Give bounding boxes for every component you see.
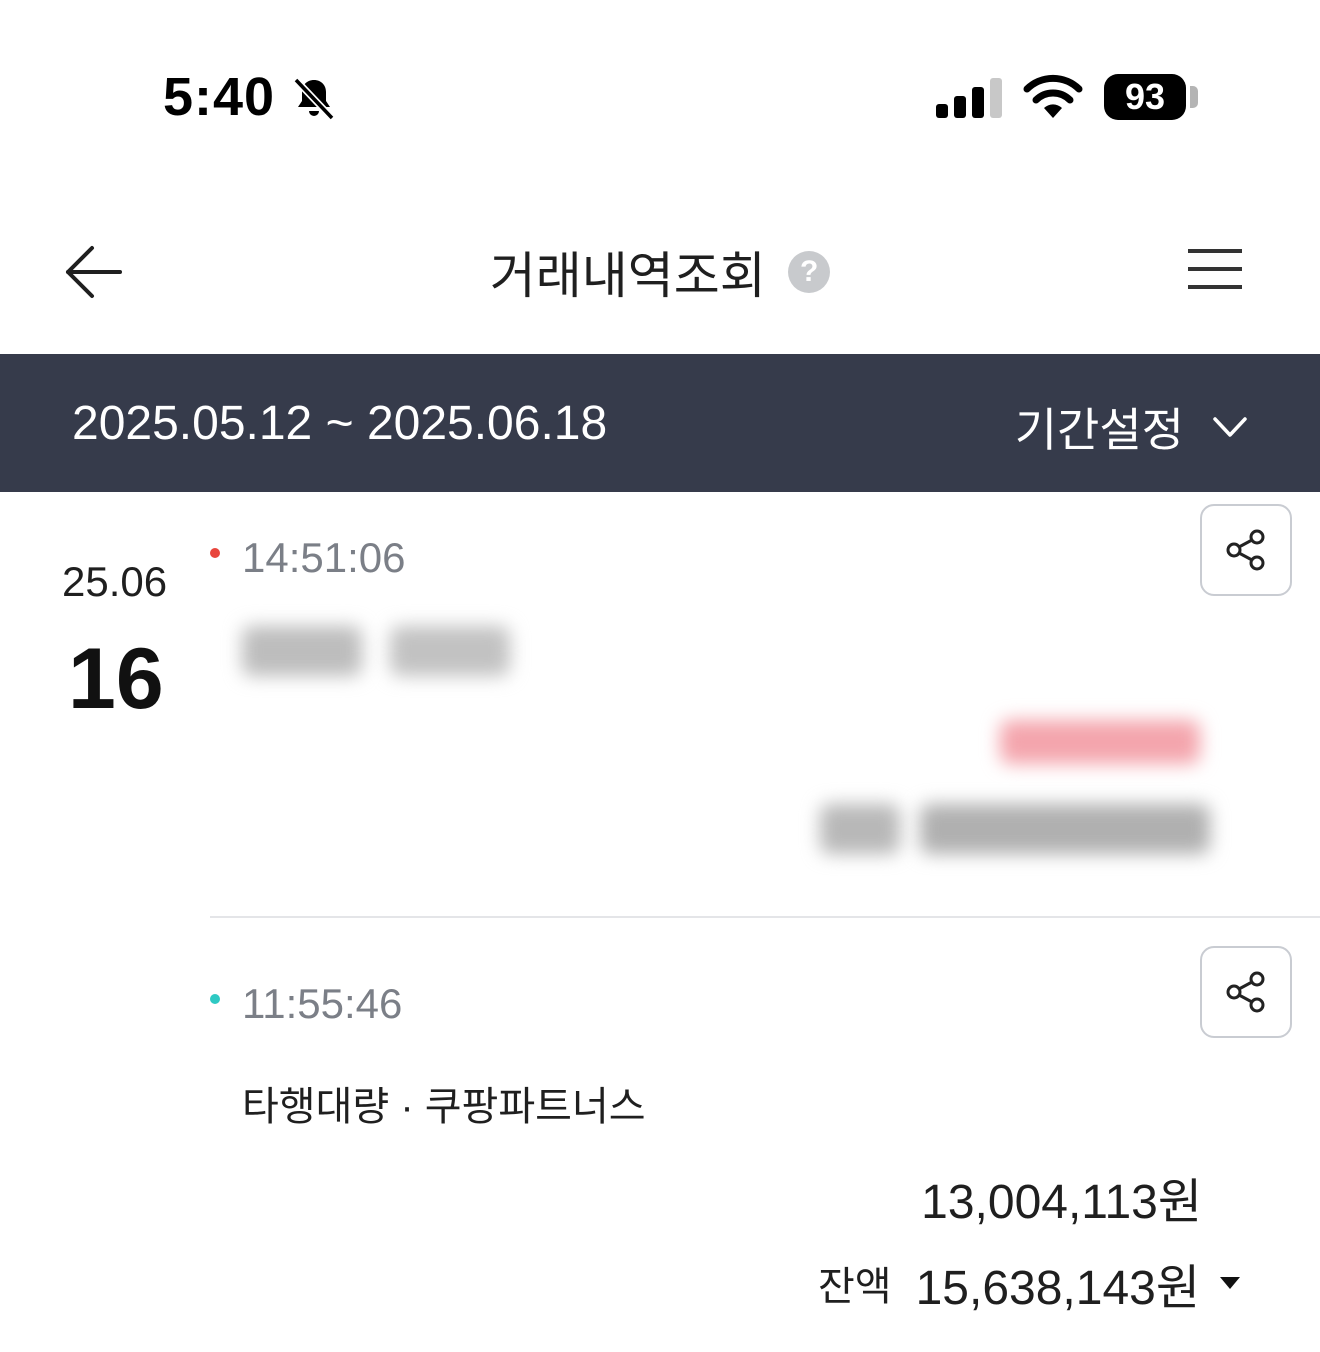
transaction-time: 14:51:06 (242, 534, 406, 581)
page-title: 거래내역조회 (489, 248, 766, 304)
transaction-item[interactable]: 14:51:06 (210, 492, 1320, 918)
battery-tip (1190, 86, 1198, 108)
period-setting-label: 기간설정 (1014, 404, 1184, 456)
app-header: 거래내역조회 ? (0, 190, 1320, 354)
date-year-month: 25.06 (62, 558, 168, 605)
transaction-time: 11:55:46 (242, 980, 403, 1027)
period-setting-button[interactable]: 기간설정 (1015, 394, 1248, 460)
redacted-description (242, 626, 362, 676)
share-icon (1226, 971, 1265, 1013)
deposit-dot (210, 994, 220, 1004)
transaction-description: 타행대량 · 쿠팡파트너스 (242, 1085, 646, 1129)
share-button[interactable] (1200, 504, 1292, 596)
transaction-amount: 13,004,113원 (921, 1176, 1202, 1229)
page-title-wrap: 거래내역조회 ? (0, 236, 1320, 308)
balance-value: 15,638,143원 (915, 1262, 1200, 1315)
battery-indicator: 93 (1104, 74, 1186, 120)
share-icon (1226, 529, 1265, 571)
help-icon[interactable]: ? (788, 251, 831, 293)
cellular-signal-icon (936, 78, 1002, 118)
redacted-amount (1000, 720, 1200, 764)
redacted-balance (820, 804, 900, 854)
hamburger-menu-icon[interactable] (1186, 246, 1244, 292)
period-range: 2025.05.12 ~ 2025.06.18 (72, 397, 608, 450)
balance-label: 잔액 (817, 1265, 892, 1309)
redacted-description (390, 626, 510, 676)
bell-slash-icon (293, 77, 335, 121)
wifi-icon (1023, 74, 1083, 118)
caret-down-icon (1220, 1277, 1240, 1289)
date-day: 16 (68, 631, 164, 727)
redacted-balance (920, 804, 1210, 854)
transaction-item[interactable]: 11:55:46 타행대량 · 쿠팡파트너스 13,004,113원 잔액 15… (210, 918, 1320, 1352)
share-button[interactable] (1200, 946, 1292, 1038)
status-bar: 5:40 93 (0, 0, 1320, 190)
period-bar: 2025.05.12 ~ 2025.06.18 기간설정 (0, 354, 1320, 492)
status-time: 5:40 (163, 67, 276, 127)
withdrawal-dot (210, 548, 220, 558)
balance-row[interactable]: 잔액 15,638,143원 (818, 1248, 1242, 1318)
chevron-down-icon (1213, 417, 1247, 437)
